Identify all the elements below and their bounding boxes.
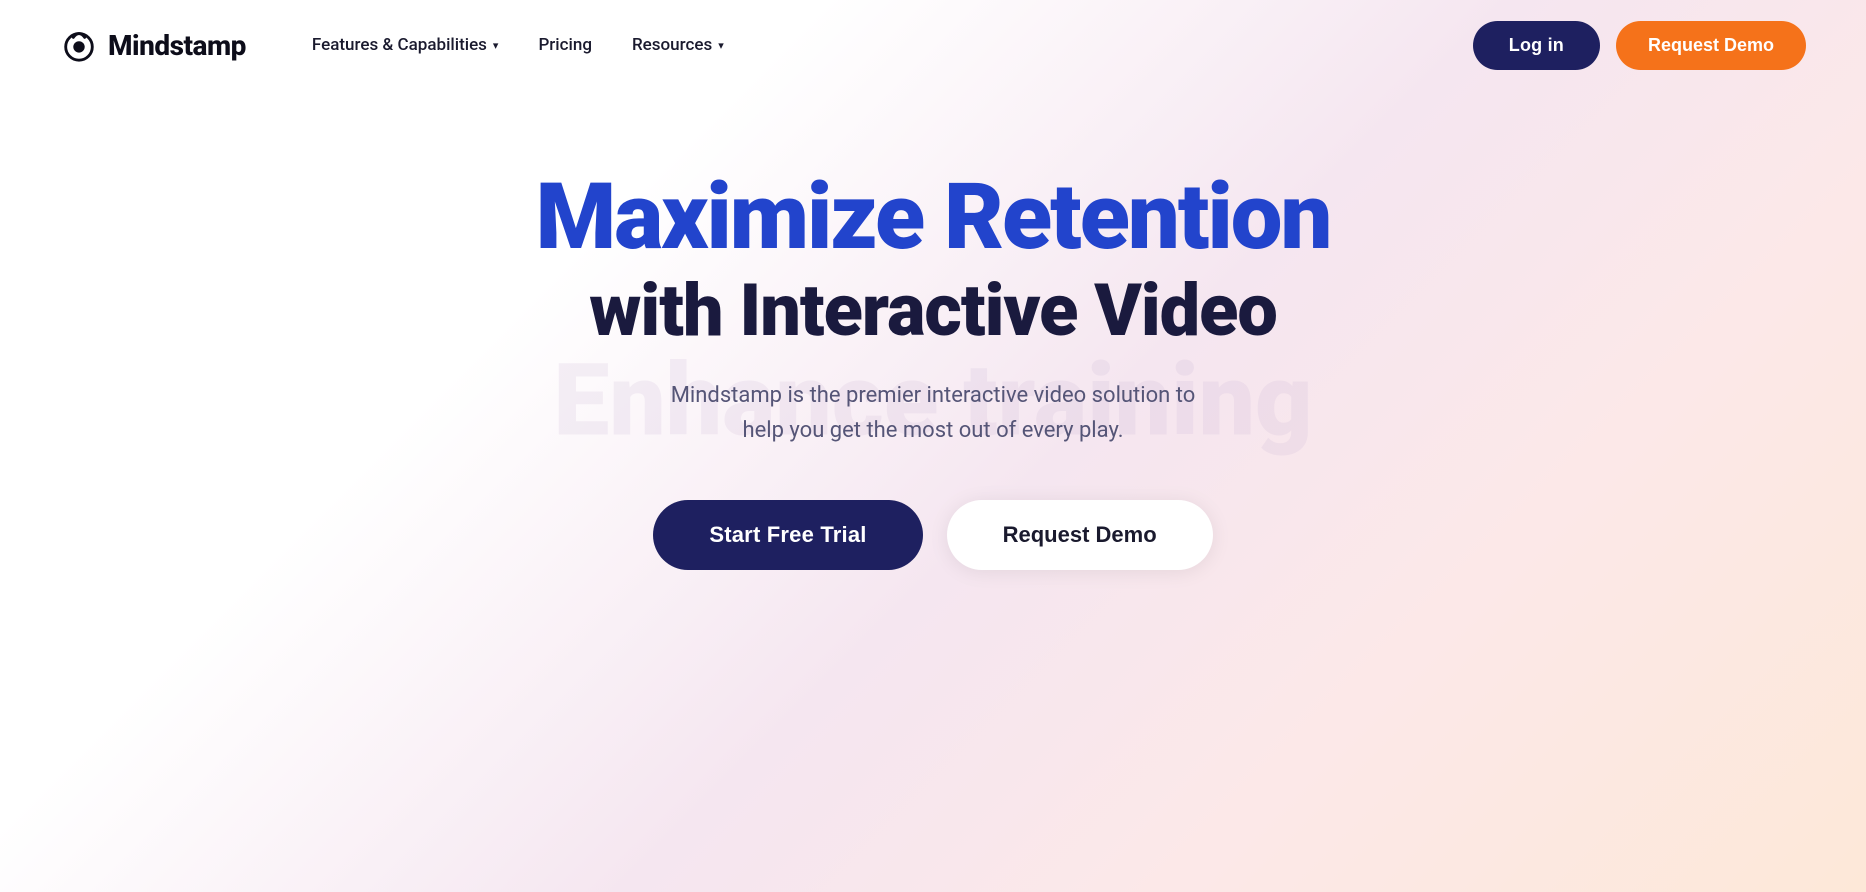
logo[interactable]: Mindstamp bbox=[60, 26, 246, 64]
features-chevron-icon: ▾ bbox=[493, 39, 499, 52]
logo-text: Mindstamp bbox=[108, 29, 246, 62]
nav-pricing[interactable]: Pricing bbox=[522, 27, 608, 63]
hero-section: Maximize Retention with Interactive Vide… bbox=[0, 90, 1866, 570]
hero-title-sub: with Interactive Video bbox=[589, 271, 1277, 350]
hero-desc-line1: Mindstamp is the premier interactive vid… bbox=[671, 383, 1196, 408]
nav-features[interactable]: Features & Capabilities ▾ bbox=[296, 27, 515, 63]
navbar: Mindstamp Features & Capabilities ▾ Pric… bbox=[0, 0, 1866, 90]
resources-chevron-icon: ▾ bbox=[718, 39, 724, 52]
nav-resources-label: Resources bbox=[632, 35, 712, 55]
nav-right: Log in Request Demo bbox=[1473, 21, 1806, 70]
nav-pricing-label: Pricing bbox=[538, 35, 592, 55]
request-demo-nav-button[interactable]: Request Demo bbox=[1616, 21, 1806, 70]
start-trial-button[interactable]: Start Free Trial bbox=[653, 500, 922, 570]
hero-buttons: Start Free Trial Request Demo bbox=[653, 500, 1212, 570]
hero-title-main: Maximize Retention bbox=[536, 170, 1331, 267]
request-demo-hero-button[interactable]: Request Demo bbox=[947, 500, 1213, 570]
hero-desc-line2: help you get the most out of every play. bbox=[742, 418, 1123, 443]
logo-icon bbox=[60, 26, 98, 64]
page-wrapper: Enhance training Mindstamp Features & Ca… bbox=[0, 0, 1866, 892]
nav-features-label: Features & Capabilities bbox=[312, 35, 487, 55]
login-button[interactable]: Log in bbox=[1473, 21, 1600, 70]
nav-links: Features & Capabilities ▾ Pricing Resour… bbox=[296, 27, 740, 63]
nav-left: Mindstamp Features & Capabilities ▾ Pric… bbox=[60, 26, 740, 64]
hero-description: Mindstamp is the premier interactive vid… bbox=[671, 378, 1196, 448]
nav-resources[interactable]: Resources ▾ bbox=[616, 27, 740, 63]
